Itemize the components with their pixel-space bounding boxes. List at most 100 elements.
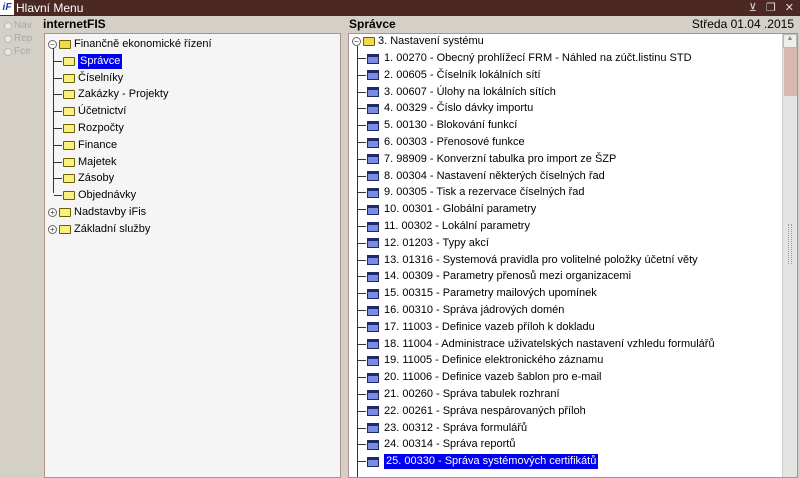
function-item-label: 2. 00605 - Číselník lokálních sítí: [384, 68, 541, 81]
folder-icon: [63, 56, 75, 66]
function-item-label: 17. 11003 - Definice vazeb příloh k dokl…: [384, 320, 595, 333]
radio-icon: [4, 47, 12, 56]
tree-node-4[interactable]: Rozpočty: [63, 121, 124, 136]
folder-icon: [63, 124, 75, 133]
function-item[interactable]: 1. 00270 - Obecný prohlížecí FRM - Náhle…: [367, 51, 692, 66]
function-item[interactable]: 10. 00301 - Globální parametry: [367, 202, 536, 217]
function-item[interactable]: 5. 00130 - Blokování funkcí: [367, 118, 517, 133]
tree-line: [53, 48, 54, 194]
tree-node-label: Základní služby: [74, 222, 151, 235]
function-item[interactable]: 15. 00315 - Parametry mailových upomínek: [367, 286, 597, 301]
function-item-label: 15. 00315 - Parametry mailových upomínek: [384, 287, 597, 300]
form-table-icon: [367, 355, 379, 366]
mode-radio-nav[interactable]: Nav: [4, 20, 32, 31]
form-table-icon: [367, 137, 379, 148]
function-item-label: 7. 98909 - Konverzní tabulka pro import …: [384, 152, 617, 165]
tree-node-0[interactable]: Správce: [63, 52, 124, 70]
tree-node-other-1[interactable]: + Základní služby: [48, 222, 150, 237]
expand-toggle-icon[interactable]: +: [48, 224, 57, 234]
function-item[interactable]: 23. 00312 - Správa formulářů: [367, 421, 527, 436]
form-table-icon: [367, 154, 379, 165]
function-item-label: 9. 00305 - Tisk a rezervace číselných řa…: [384, 186, 585, 199]
tree-node-label: Zásoby: [78, 172, 115, 185]
function-item[interactable]: 22. 00261 - Správa nespárovaných příloh: [367, 404, 586, 419]
module-tree: − Finančně ekonomické řízení Správce Číseln…: [44, 33, 341, 478]
tree-node-3[interactable]: Účetnictví: [63, 104, 126, 119]
function-item[interactable]: 7. 98909 - Konverzní tabulka pro import …: [367, 152, 616, 167]
tree-line: [54, 94, 62, 96]
tree-line: [54, 161, 62, 163]
tree-line: [358, 427, 366, 429]
scroll-up-arrow-icon[interactable]: ▲: [783, 34, 797, 48]
function-item-label: 5. 00130 - Blokování funkcí: [384, 119, 518, 132]
tree-node-8[interactable]: Objednávky: [63, 188, 136, 203]
tree-node-2[interactable]: Zakázky - Projekty: [63, 87, 168, 102]
scrollbar-thumb[interactable]: [784, 48, 797, 96]
tree-node-other-0[interactable]: + Nadstavby iFis: [48, 205, 146, 220]
tree-node-5[interactable]: Finance: [63, 138, 117, 153]
tree-line: [358, 444, 366, 446]
tree-node-6[interactable]: Majetek: [63, 155, 117, 170]
tree-node-1[interactable]: Číselníky: [63, 71, 123, 86]
expand-toggle-icon[interactable]: +: [48, 208, 57, 217]
folder-icon: [63, 73, 75, 83]
function-item[interactable]: 8. 00304 - Nastavení některých číselných…: [367, 169, 605, 184]
tree-line: [54, 178, 62, 180]
function-item-label: 16. 00310 - Správa jádrových domén: [384, 304, 565, 316]
tree-node-7[interactable]: Zásoby: [63, 171, 114, 186]
function-item[interactable]: 4. 00329 - Číslo dávky importu: [367, 101, 533, 116]
function-item[interactable]: 21. 00260 - Správa tabulek rozhraní: [367, 387, 560, 402]
function-item-label: 24. 00314 - Správa reportů: [384, 438, 516, 451]
app-logo: iF: [0, 0, 14, 15]
tree-node-label: Finance: [78, 138, 118, 151]
function-item-label: 3. 00607 - Úlohy na lokálních sítích: [384, 85, 556, 98]
function-item-label: 14. 00309 - Parametry přenosů mezi organ…: [384, 270, 632, 283]
tree-line: [358, 158, 366, 160]
function-item[interactable]: 2. 00605 - Číselník lokálních sítí: [367, 68, 541, 83]
right-panel-header: Správce: [349, 17, 396, 31]
function-item[interactable]: 9. 00305 - Tisk a rezervace číselných řa…: [367, 185, 585, 200]
tree-node-label: Správce: [76, 52, 124, 70]
collapse-toggle-icon[interactable]: −: [352, 37, 361, 46]
function-item[interactable]: 20. 11006 - Definice vazeb šablon pro e-…: [367, 370, 601, 385]
form-table-icon: [367, 389, 379, 400]
tree-line: [357, 46, 358, 477]
folder-icon: [63, 157, 75, 167]
function-item[interactable]: 14. 00309 - Parametry přenosů mezi organ…: [367, 269, 631, 284]
form-table-icon: [367, 372, 379, 383]
function-item-label: 19. 11005 - Definice elektronického zázn…: [384, 354, 604, 367]
title-bar: iF Hlavní Menu ⊻ ❐ ✕: [0, 0, 800, 16]
function-item-label: 6. 00303 - Přenosové funkce: [384, 136, 525, 148]
form-table-icon: [367, 423, 379, 434]
mode-radio-rep[interactable]: Rep: [4, 33, 32, 44]
tree-node-financni[interactable]: − Finančně ekonomické řízení: [48, 37, 212, 52]
tree-line: [54, 195, 62, 197]
function-item[interactable]: 13. 01316 - Systemová pravidla pro volit…: [367, 253, 698, 268]
function-item-label: 10. 00301 - Globální parametry: [384, 203, 537, 216]
function-item-label: 21. 00260 - Správa tabulek rozhraní: [384, 388, 560, 400]
window-controls[interactable]: ⊻ ❐ ✕: [749, 0, 797, 16]
function-item[interactable]: 25. 00330 - Správa systémových certifiká…: [367, 453, 600, 471]
function-item[interactable]: 6. 00303 - Přenosové funkce: [367, 135, 525, 150]
function-item-label: 13. 01316 - Systemová pravidla pro volit…: [384, 253, 698, 266]
tree-node-nastaveni[interactable]: − 3. Nastavení systému: [352, 34, 484, 49]
mode-radio-fce[interactable]: Fce: [4, 46, 31, 57]
left-panel-header: internetFIS: [43, 17, 106, 31]
form-table-icon: [367, 439, 379, 450]
function-item[interactable]: 3. 00607 - Úlohy na lokálních sítích: [367, 85, 556, 100]
function-item[interactable]: 11. 00302 - Lokální parametry: [367, 219, 530, 234]
function-item[interactable]: 24. 00314 - Správa reportů: [367, 437, 515, 452]
tree-node-label: Účetnictví: [78, 105, 127, 118]
function-item[interactable]: 19. 11005 - Definice elektronického zázn…: [367, 353, 603, 368]
form-table-icon: [367, 70, 379, 81]
function-item[interactable]: 17. 11003 - Definice vazeb příloh k dokl…: [367, 320, 595, 335]
tree-node-label: Nadstavby iFis: [74, 206, 147, 218]
function-item[interactable]: 18. 11004 - Administrace uživatelských n…: [367, 337, 715, 352]
function-item[interactable]: 16. 00310 - Správa jádrových domén: [367, 303, 564, 318]
function-item-label: 22. 00261 - Správa nespárovaných příloh: [384, 404, 586, 417]
form-table-icon: [367, 406, 379, 417]
tree-line: [358, 360, 366, 362]
function-item[interactable]: 12. 01203 - Typy akcí: [367, 236, 489, 251]
tree-node-label: Zakázky - Projekty: [78, 88, 169, 101]
vertical-scrollbar[interactable]: ▲: [782, 34, 797, 477]
